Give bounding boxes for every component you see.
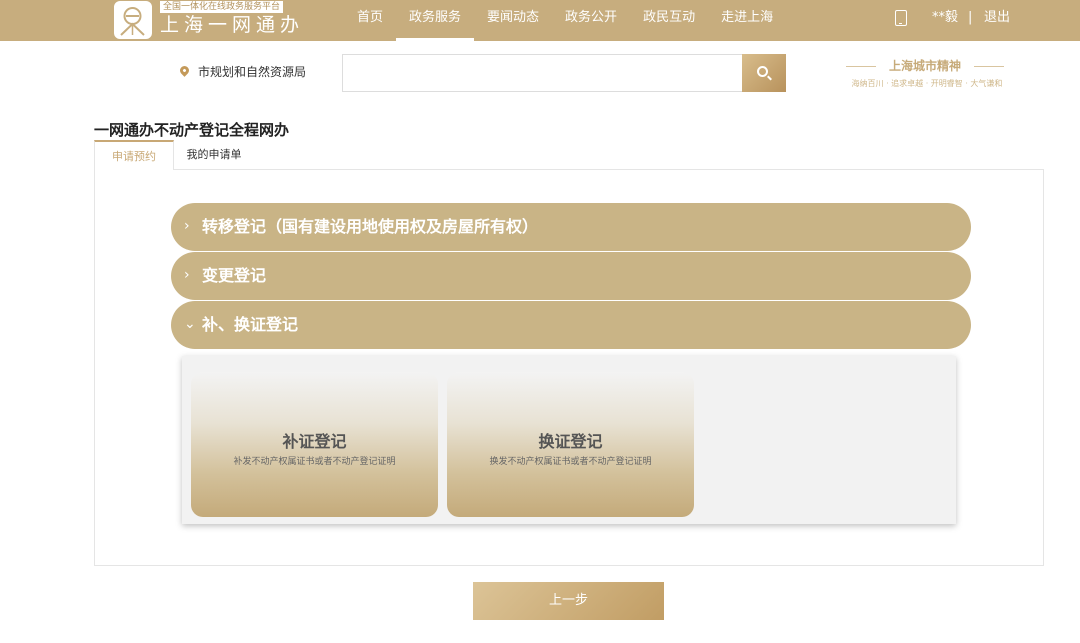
- logo-tagline: 全国一体化在线政务服务平台: [160, 1, 284, 13]
- previous-step-button[interactable]: 上一步: [473, 582, 664, 620]
- page-title: 一网通办不动产登记全程网办: [94, 121, 290, 139]
- nav-item-home[interactable]: 首页: [344, 0, 396, 41]
- logo-text[interactable]: 上海一网通办: [160, 13, 304, 37]
- accordion-label: 补、换证登记: [202, 315, 299, 334]
- tab-bar: 申请预约 我的申请单: [94, 140, 254, 170]
- main-nav: 首页 政务服务 要闻动态 政务公开 政民互动 走进上海: [344, 0, 786, 41]
- chevron-right-icon: ›: [184, 218, 190, 234]
- tab-my-applications[interactable]: 我的申请单: [174, 140, 254, 170]
- logout-link[interactable]: 退出: [984, 9, 1010, 27]
- accordion-transfer-registration[interactable]: › 转移登记（国有建设用地使用权及房屋所有权）: [171, 203, 971, 251]
- search-button[interactable]: [742, 54, 786, 92]
- nav-item-interaction[interactable]: 政民互动: [630, 0, 708, 41]
- user-name[interactable]: **毅: [932, 9, 958, 27]
- nav-item-government-services[interactable]: 政务服务: [396, 0, 475, 41]
- search-input[interactable]: [342, 54, 744, 92]
- mobile-phone-icon[interactable]: [895, 10, 907, 26]
- nav-item-news[interactable]: 要闻动态: [474, 0, 552, 41]
- location-pin-icon: [178, 64, 191, 77]
- nav-item-public-affairs[interactable]: 政务公开: [552, 0, 630, 41]
- card-description: 补发不动产权属证书或者不动产登记证明: [233, 457, 396, 467]
- card-title: 补证登记: [282, 432, 347, 451]
- department-label[interactable]: 市规划和自然资源局: [198, 64, 306, 80]
- reissue-certificate-card[interactable]: 补证登记 补发不动产权属证书或者不动产登记证明: [191, 372, 438, 517]
- exchange-certificate-card[interactable]: 换证登记 换发不动产权属证书或者不动产登记证明: [447, 372, 694, 517]
- logo-icon[interactable]: [114, 1, 152, 39]
- header-separator: |: [968, 10, 973, 25]
- city-spirit-subtitle: 海纳百川 · 追求卓越 · 开明睿智 · 大气谦和: [851, 79, 1003, 88]
- chevron-right-icon: ›: [184, 267, 190, 283]
- city-spirit-title: 上海城市精神: [846, 58, 1004, 74]
- card-title: 换证登记: [538, 432, 603, 451]
- accordion-label: 转移登记（国有建设用地使用权及房屋所有权）: [202, 217, 539, 236]
- accordion-reissue-exchange-registration[interactable]: ⌄ 补、换证登记: [171, 301, 971, 349]
- accordion-change-registration[interactable]: › 变更登记: [171, 252, 971, 300]
- top-header: 全国一体化在线政务服务平台 上海一网通办 首页 政务服务 要闻动态 政务公开 政…: [0, 0, 1080, 41]
- tab-apply-appointment[interactable]: 申请预约: [94, 140, 174, 170]
- nav-item-about-shanghai[interactable]: 走进上海: [708, 0, 786, 41]
- chevron-down-icon: ⌄: [184, 316, 196, 332]
- search-icon: [757, 66, 768, 77]
- accordion-label: 变更登记: [202, 266, 267, 285]
- card-description: 换发不动产权属证书或者不动产登记证明: [489, 457, 652, 467]
